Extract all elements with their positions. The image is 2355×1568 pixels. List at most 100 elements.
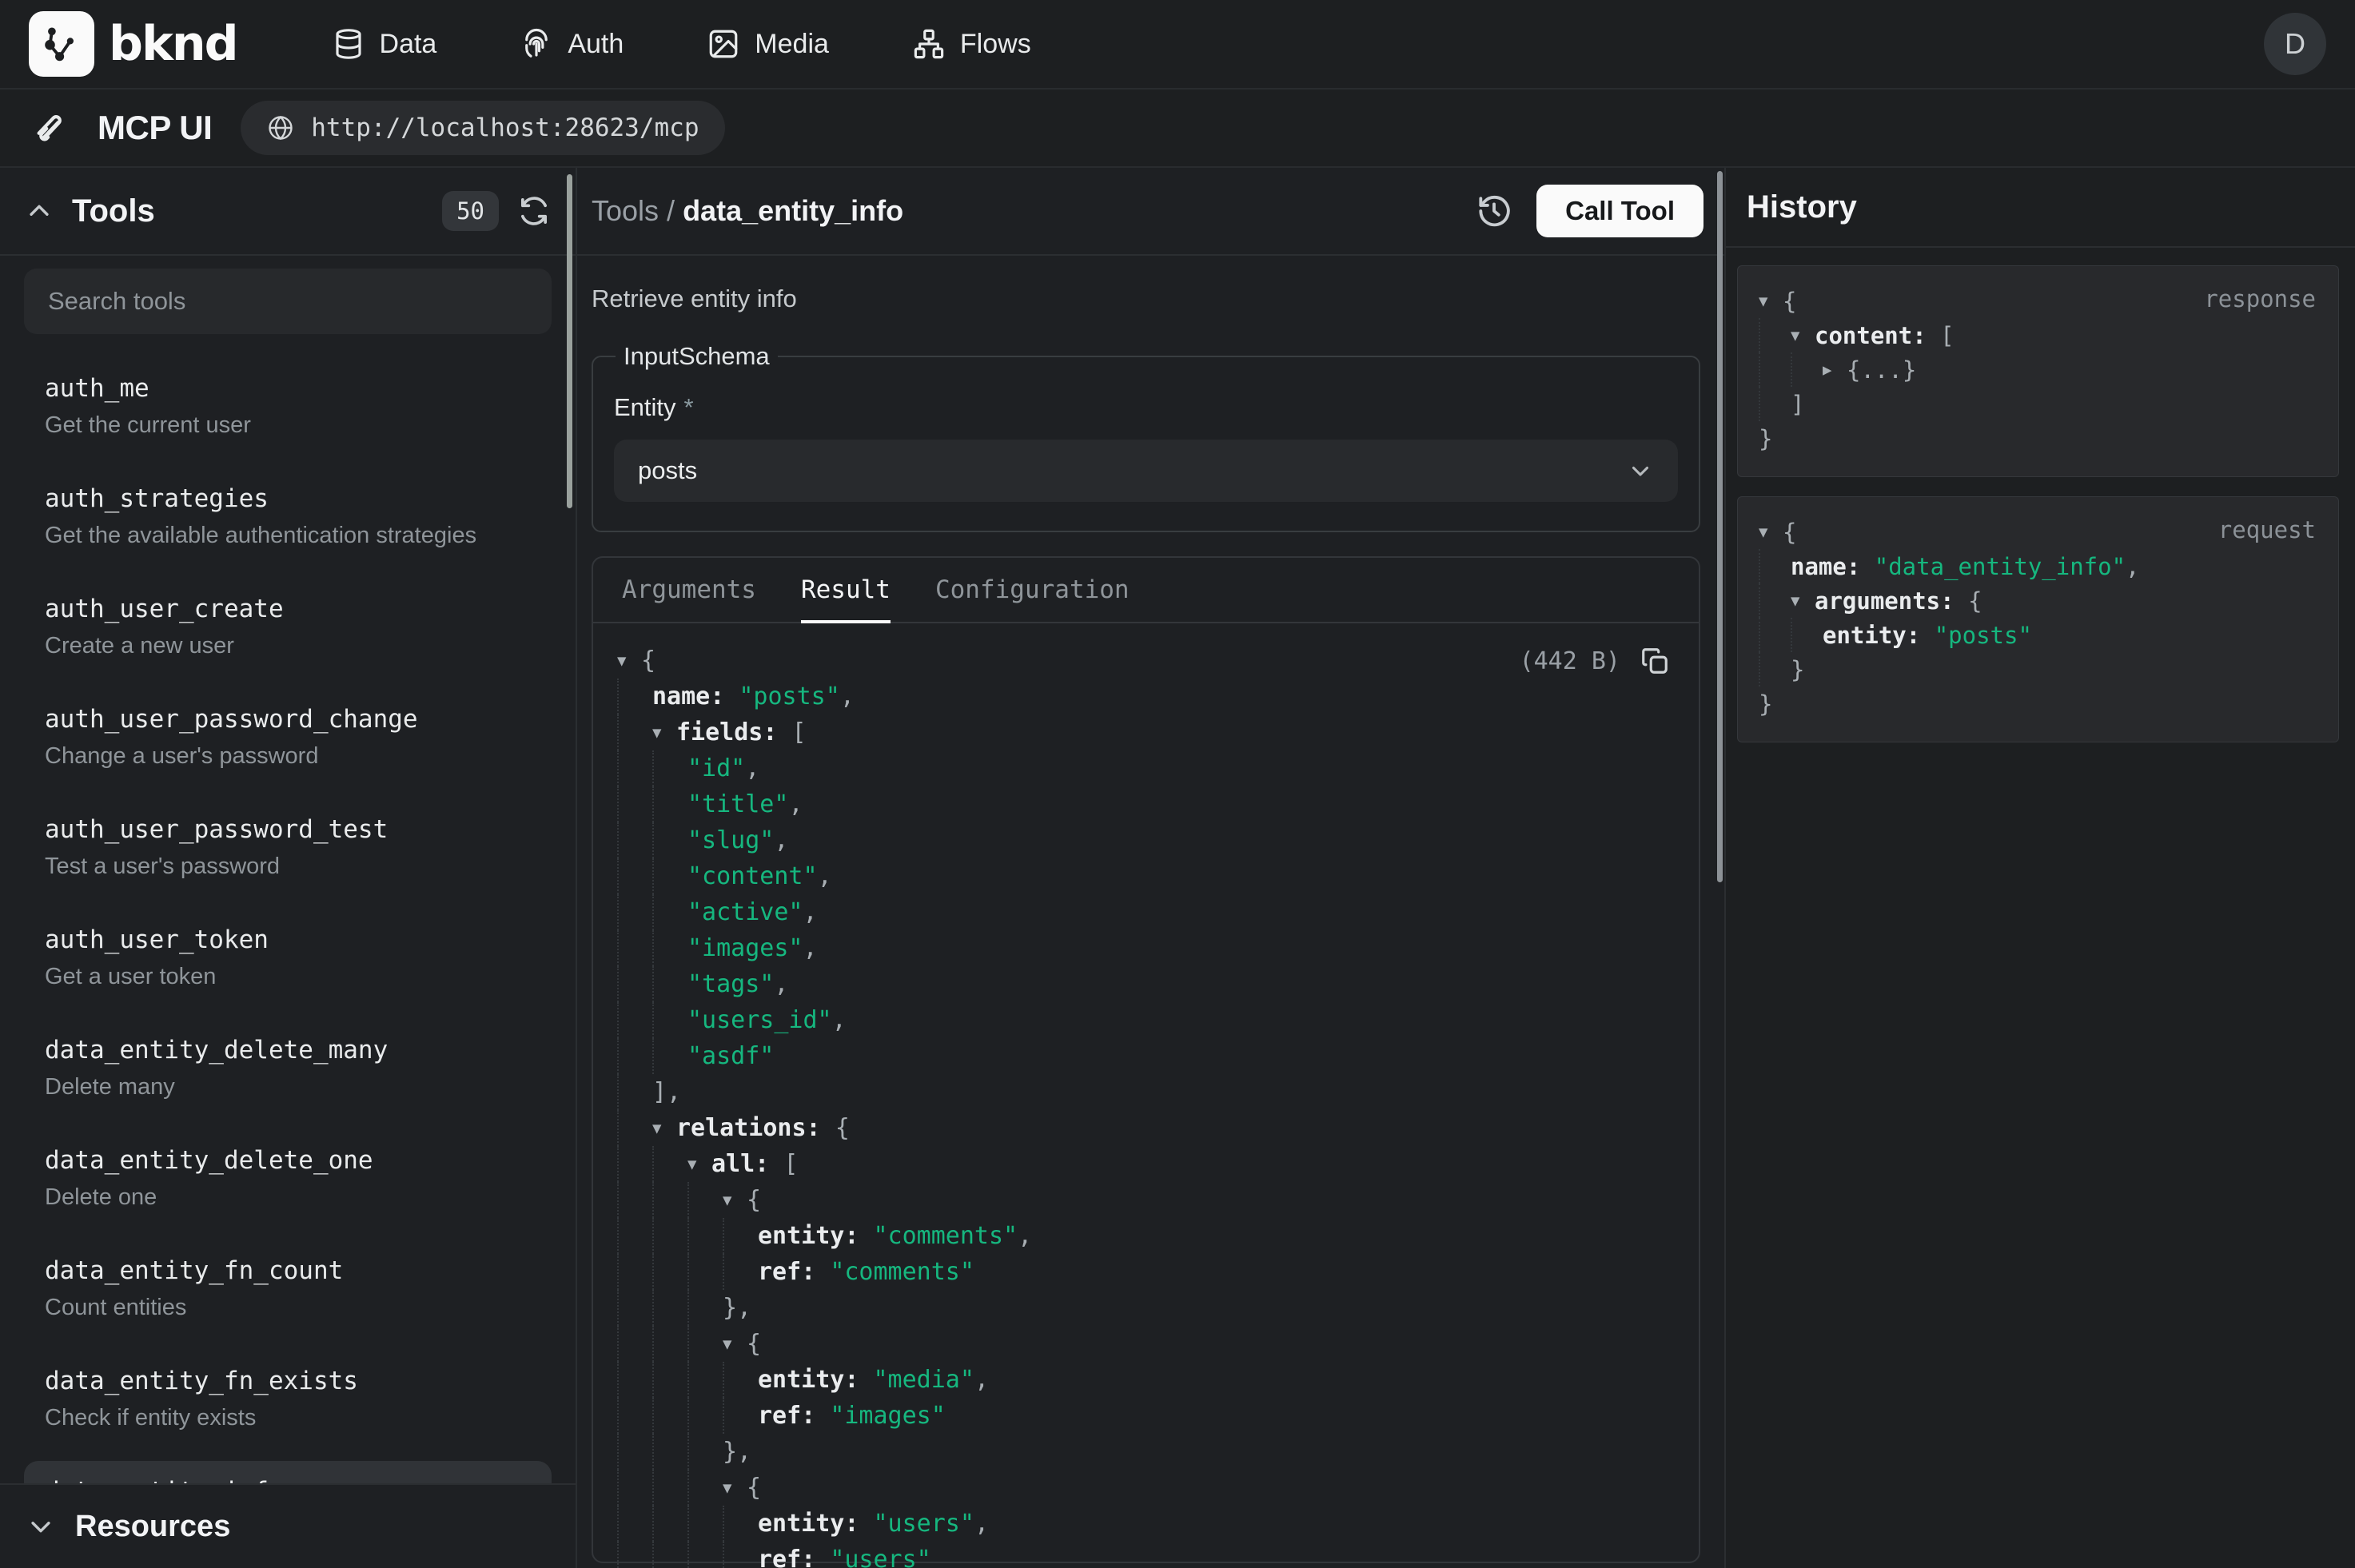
nav-item-flows[interactable]: Flows [912,27,1031,61]
history-entry-request[interactable]: request ▼{name: "data_entity_info",▼argu… [1737,496,2339,742]
json-punctuation: } [1791,656,1804,683]
json-line: "content", [617,858,1672,894]
json-line: }, [617,1434,1672,1470]
indent-guide [652,1038,687,1074]
resources-header[interactable]: Resources [0,1483,576,1568]
indent-guide [617,1074,652,1110]
tool-list-item[interactable]: data_entity_fn_existsCheck if entity exi… [24,1351,552,1447]
json-punctuation: { [641,647,655,675]
json-line: ▼{ [617,1326,1672,1362]
json-line: "images", [617,930,1672,966]
collapse-toggle-icon[interactable]: ▼ [723,1335,747,1353]
call-tool-button[interactable]: Call Tool [1536,185,1703,237]
indent-guide [652,786,687,822]
indent-guide [652,1398,687,1434]
collapse-toggle-icon[interactable]: ▼ [652,724,676,742]
indent-guide [617,1146,652,1182]
copy-button[interactable] [1640,646,1670,676]
collapse-toggle-icon[interactable]: ▼ [1759,523,1783,541]
json-string-value: "comments" [874,1222,1018,1250]
collapse-toggle-icon[interactable]: ▼ [1791,327,1815,344]
tool-list-item[interactable]: data_entity_fn_countCount entities [24,1240,552,1336]
tools-title: Tools [72,193,155,229]
history-entry-type: request [2218,516,2316,543]
nav-item-media[interactable]: Media [707,27,829,61]
tab-result[interactable]: Result [801,558,891,622]
json-key: entity: [1823,622,1935,649]
tool-list-item[interactable]: auth_user_password_testTest a user's pas… [24,799,552,895]
collapse-toggle-icon[interactable]: ▼ [652,1120,676,1137]
entity-select[interactable]: posts [614,440,1678,502]
header-actions: Call Tool [1476,185,1703,237]
json-punctuation: , [788,790,803,818]
json-punctuation: { [1968,587,1982,615]
collapse-toggle-icon[interactable]: ▼ [617,652,641,670]
mcp-url-pill[interactable]: http://localhost:28623/mcp [241,101,724,155]
json-punctuation: { [835,1114,850,1142]
collapse-toggle-icon[interactable]: ▼ [723,1192,747,1209]
content-scrollbar[interactable] [1717,171,1723,882]
search-input[interactable] [48,287,528,316]
tool-list-item[interactable]: auth_user_createCreate a new user [24,579,552,675]
tool-name: auth_user_password_change [45,703,531,735]
entity-select-value: posts [638,456,697,485]
json-line: "id", [617,750,1672,786]
json-punctuation: , [1018,1222,1032,1250]
collapse-toggle-icon[interactable]: ▼ [723,1479,747,1497]
history-entry-response[interactable]: response ▼{▼content: [▶{...}]} [1737,265,2339,477]
indent-guide [617,750,652,786]
indent-guide [617,1470,652,1506]
sidebar-scrollbar[interactable] [567,174,572,508]
json-punctuation: , [803,934,818,962]
history-button[interactable] [1476,193,1512,229]
json-key: content: [1815,322,1940,349]
tool-list-item[interactable]: auth_user_password_changeChange a user's… [24,689,552,785]
refresh-button[interactable] [518,195,550,227]
copy-icon [1640,646,1670,676]
tool-detail-body: Retrieve entity info InputSchema Entity*… [577,256,1724,1568]
json-punctuation: }, [723,1294,751,1322]
user-avatar[interactable]: D [2264,13,2326,75]
json-punctuation: { [747,1474,761,1502]
chevron-up-icon[interactable] [26,197,53,225]
indent-guide [723,1218,758,1254]
tool-list-item[interactable]: auth_meGet the current user [24,358,552,454]
indent-guide [617,1362,652,1398]
indent-guide [1759,352,1791,387]
indent-guide [652,1362,687,1398]
tab-arguments[interactable]: Arguments [622,558,756,622]
breadcrumb-section[interactable]: Tools [592,194,659,227]
tab-configuration[interactable]: Configuration [935,558,1130,622]
workflow-icon [912,27,946,61]
nav-label: Auth [568,29,624,60]
tool-list-item[interactable]: auth_strategiesGet the available authent… [24,468,552,564]
tool-list-item[interactable]: data_entity_delete_oneDelete one [24,1130,552,1226]
tool-detail-panel: Tools / data_entity_info Call Tool Retri… [577,168,1724,1568]
json-line: } [1759,652,2317,686]
collapse-toggle-icon[interactable]: ▼ [687,1156,711,1173]
tool-list-item[interactable]: data_entity_delete_manyDelete many [24,1020,552,1116]
collapse-toggle-icon[interactable]: ▼ [1759,293,1783,310]
json-line: ▶{...} [1759,352,2317,387]
json-punctuation: ] [1791,391,1804,418]
indent-guide [723,1254,758,1290]
tool-name: data_entity_info [45,1475,531,1483]
nav-item-data[interactable]: Data [332,27,437,61]
indent-guide [652,750,687,786]
json-line: ], [617,1074,1672,1110]
tool-description: Create a new user [45,631,531,660]
expand-toggle-icon[interactable]: ▶ [1823,361,1847,379]
json-punctuation: { [1783,288,1796,315]
json-punctuation: , [803,898,818,926]
json-string-value: "users" [874,1510,974,1538]
bknd-logo[interactable]: bknd [29,11,237,77]
collapse-toggle-icon[interactable]: ▼ [1791,592,1815,610]
indent-guide [1759,618,1791,652]
indent-guide [617,1038,652,1074]
nav-item-auth[interactable]: Auth [520,27,624,61]
result-json-tree: ▼{name: "posts",▼fields: ["id","title","… [617,643,1672,1568]
indent-guide [652,1218,687,1254]
json-line: ref: "comments" [617,1254,1672,1290]
tool-list-item[interactable]: auth_user_tokenGet a user token [24,909,552,1005]
tool-list-item[interactable]: data_entity_infoRetrieve entity info [24,1461,552,1483]
